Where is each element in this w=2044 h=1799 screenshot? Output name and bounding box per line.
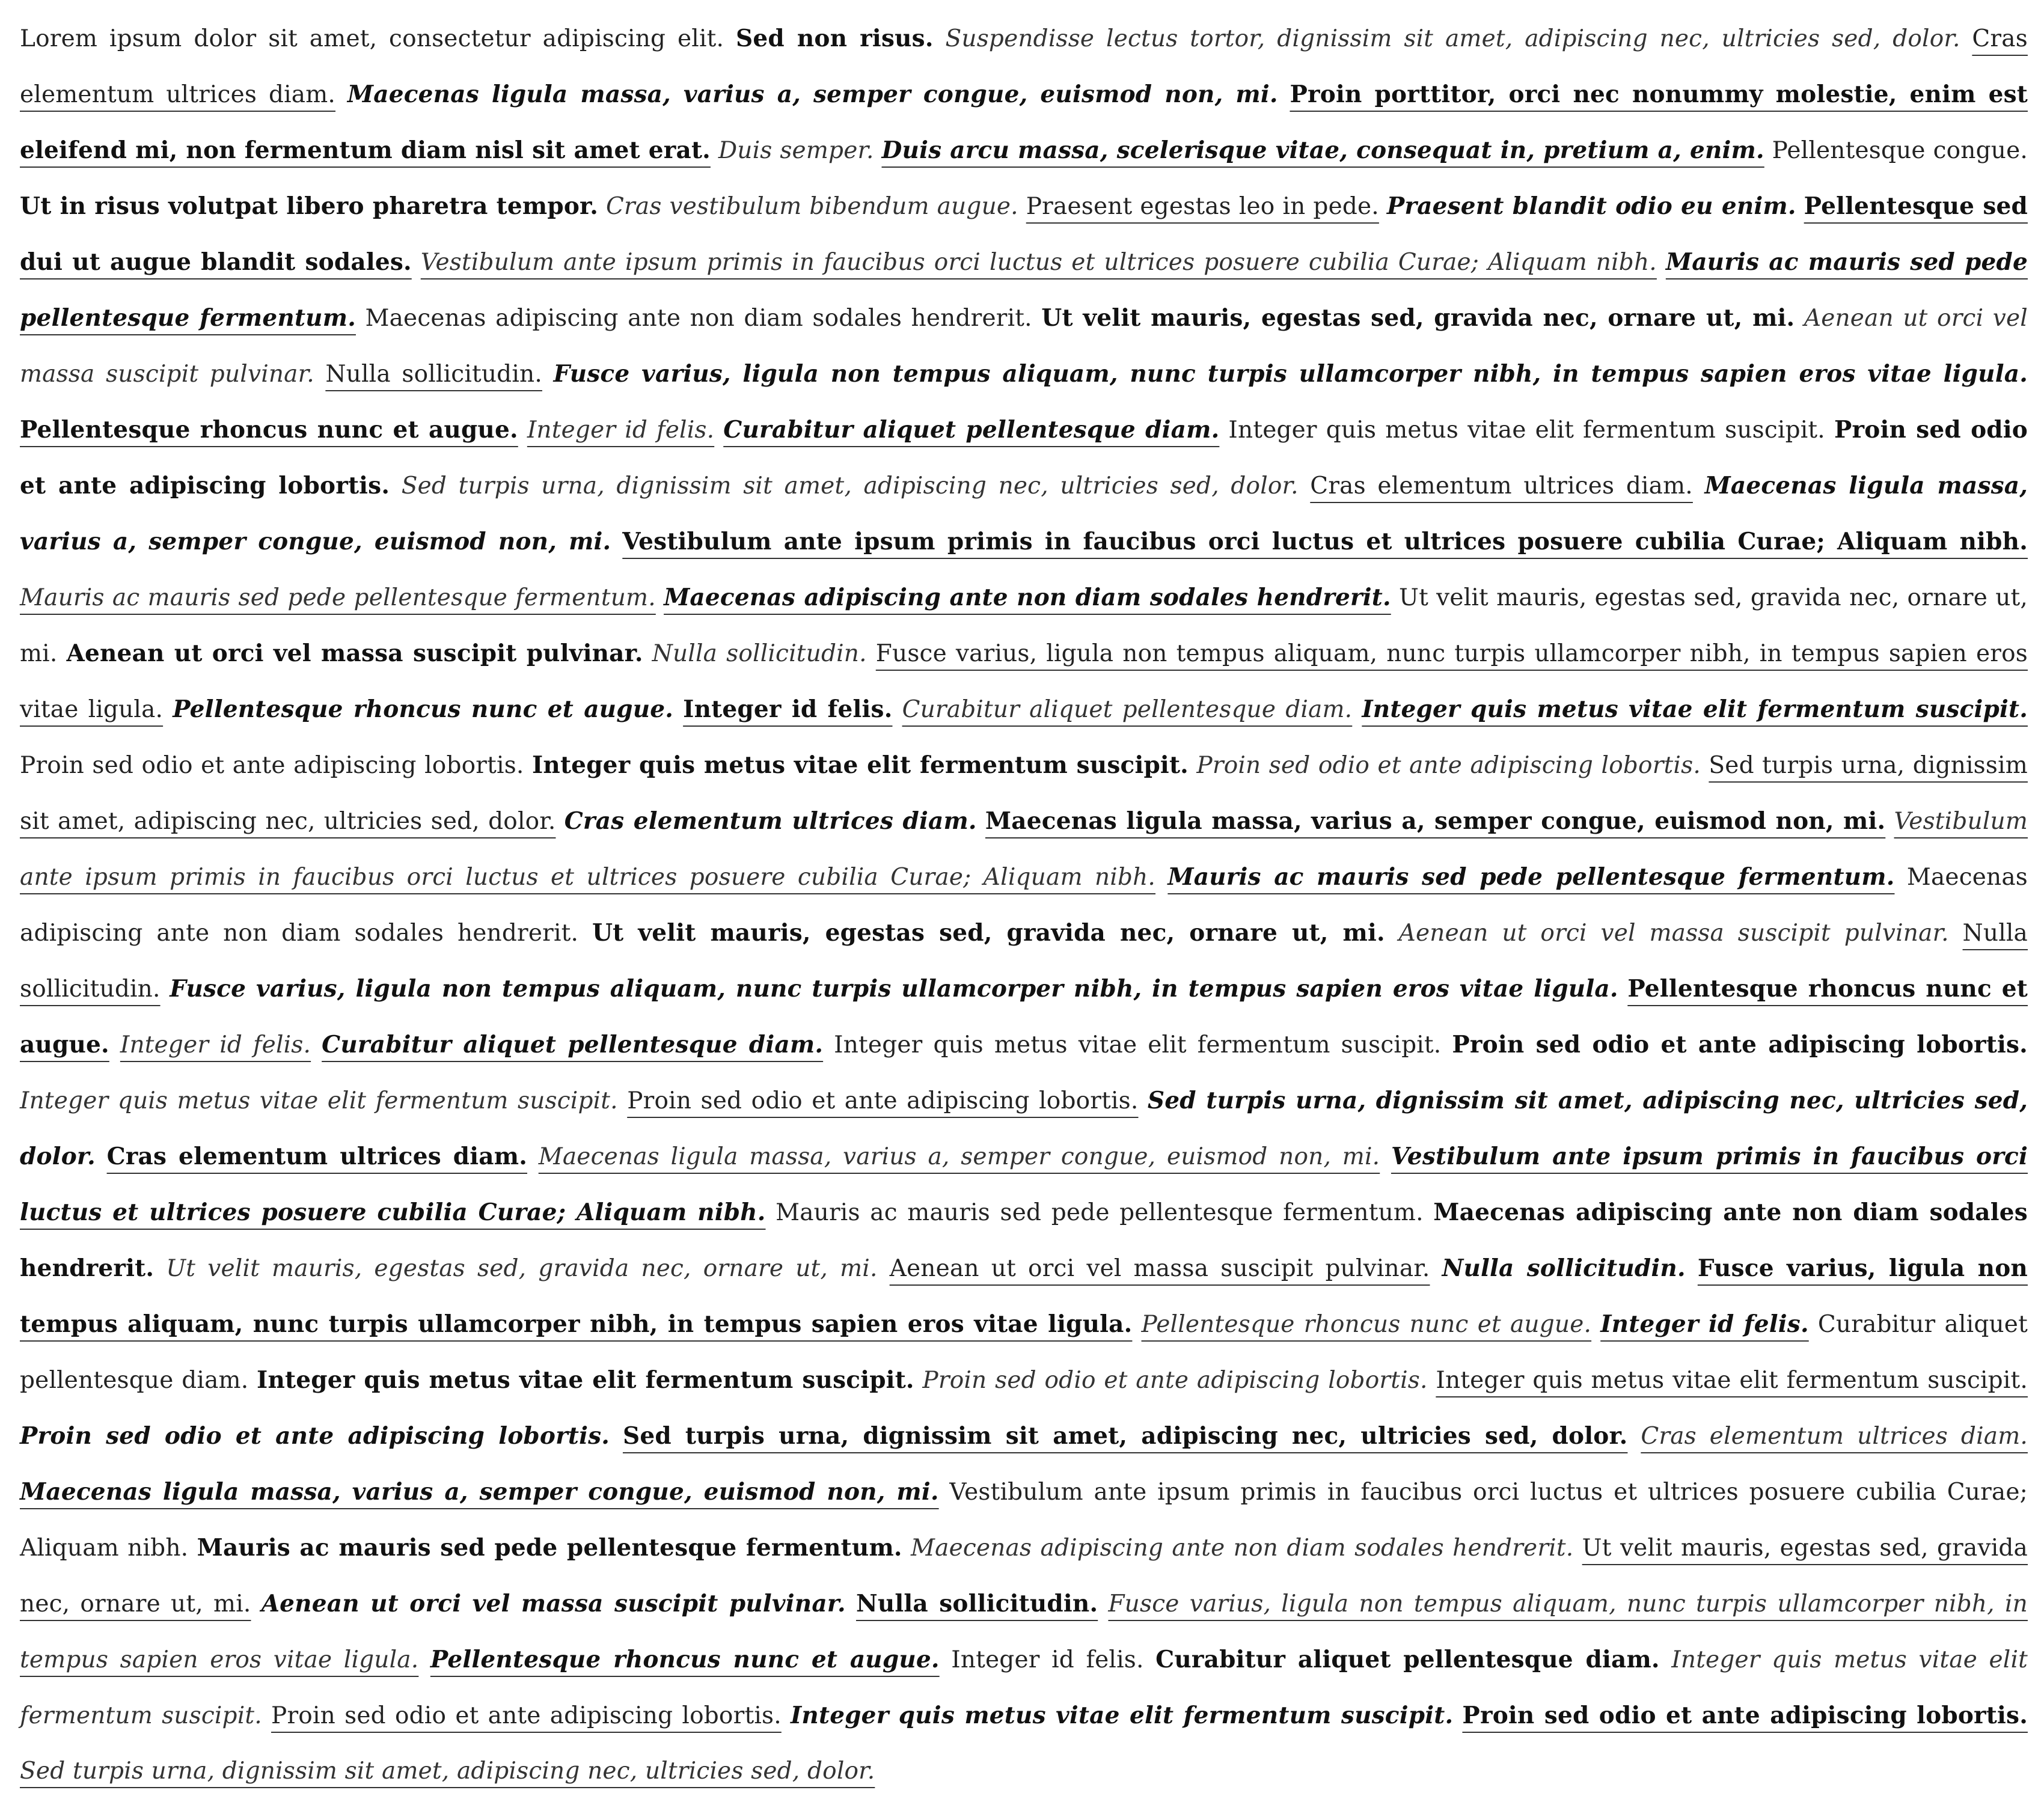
sentence: Mauris ac mauris sed pede pellentesque f… [776, 1199, 1424, 1226]
sentence: Fusce varius, ligula non tempus aliquam,… [553, 360, 2028, 388]
sentence: Integer id felis. [951, 1646, 1144, 1673]
sentence: Cras vestibulum bibendum augue. [605, 193, 1018, 220]
sentence: Fusce varius, ligula non tempus aliquam,… [170, 975, 1618, 1003]
sentence: Integer id felis. [527, 417, 715, 444]
sentence: Pellentesque rhoncus nunc et augue. [20, 416, 518, 444]
sentence: Pellentesque rhoncus nunc et augue. [430, 1646, 940, 1673]
sentence: Nulla sollicitudin. [1442, 1254, 1686, 1282]
sentence: Proin sed odio et ante adipiscing lobort… [1196, 752, 1701, 779]
sentence: Sed turpis urna, dignissim sit amet, adi… [401, 472, 1299, 499]
sentence: Integer quis metus vitae elit fermentum … [20, 1087, 618, 1114]
sentence: Maecenas ligula massa, varius a, semper … [347, 81, 1278, 108]
sentence: Vestibulum ante ipsum primis in faucibus… [622, 528, 2028, 555]
sentence: Mauris ac mauris sed pede pellentesque f… [197, 1534, 902, 1562]
sentence: Maecenas adipiscing ante non diam sodale… [911, 1535, 1574, 1562]
sentence: Integer quis metus vitae elit fermentum … [531, 751, 1189, 779]
sentence: Praesent blandit odio eu enim. [1386, 192, 1796, 220]
sentence: Curabitur aliquet pellentesque diam. [1155, 1646, 1660, 1673]
sentence: Proin sed odio et ante adipiscing lobort… [922, 1367, 1428, 1394]
sentence: Proin sed odio et ante adipiscing lobort… [20, 752, 524, 779]
sentence: Nulla sollicitudin. [855, 1590, 1098, 1617]
sentence: Proin sed odio et ante adipiscing lobort… [20, 1422, 610, 1450]
sentence: Vestibulum ante ipsum primis in faucibus… [420, 249, 1657, 276]
sentence: Suspendisse lectus tortor, dignissim sit… [945, 25, 1960, 52]
sentence: Curabitur aliquet pellentesque diam. [322, 1031, 824, 1058]
sentence: Integer id felis. [120, 1031, 311, 1058]
sentence: Integer id felis. [683, 695, 893, 723]
sentence: Sed turpis urna, dignissim sit amet, adi… [622, 1422, 1628, 1450]
sentence: Nulla sollicitudin. [325, 361, 542, 388]
sentence: Pellentesque rhoncus nunc et augue. [1141, 1311, 1592, 1338]
sentence: Pellentesque rhoncus nunc et augue. [173, 695, 674, 723]
sentence: Integer quis metus vitae elit fermentum … [834, 1031, 1442, 1058]
sentence: Ut velit mauris, egestas sed, gravida ne… [166, 1255, 878, 1282]
document-body: Lorem ipsum dolor sit amet, consectetur … [20, 11, 2028, 1799]
sentence: Duis semper. [718, 137, 874, 164]
sentence: Pellentesque congue. [1772, 137, 2028, 164]
sentence: Integer quis metus vitae elit fermentum … [1436, 1367, 2028, 1394]
sentence: Sed non risus. [735, 25, 934, 52]
sentence: Curabitur aliquet pellentesque diam. [902, 696, 1353, 723]
sentence: Aenean ut orci vel massa suscipit pulvin… [889, 1255, 1430, 1282]
sentence: Integer id felis. [1600, 1310, 1809, 1338]
sentence: Aenean ut orci vel massa suscipit pulvin… [1398, 920, 1949, 947]
sentence: Maecenas ligula massa, varius a, semper … [20, 1478, 939, 1506]
sentence: Mauris ac mauris sed pede pellentesque f… [1167, 863, 1895, 891]
sentence: Aenean ut orci vel massa suscipit pulvin… [261, 1590, 846, 1617]
sentence: Aenean ut orci vel massa suscipit pulvin… [66, 640, 643, 667]
sentence: Lorem ipsum dolor sit amet, consectetur … [20, 25, 724, 52]
sentence: Ut in risus volutpat libero pharetra tem… [20, 192, 599, 220]
sentence: Maecenas adipiscing ante non diam sodale… [664, 584, 1391, 611]
sentence: Proin sed odio et ante adipiscing lobort… [1462, 1702, 2028, 1729]
sentence: Proin sed odio et ante adipiscing lobort… [627, 1087, 1139, 1114]
sentence: Maecenas adipiscing ante non diam sodale… [365, 305, 1032, 332]
sentence: Cras elementum ultrices diam. [106, 1143, 527, 1170]
sentence: Curabitur aliquet pellentesque diam. [723, 416, 1220, 444]
sentence: Cras elementum ultrices diam. [1641, 1423, 2028, 1450]
sentence: Integer quis metus vitae elit fermentum … [790, 1702, 1454, 1729]
sentence: Proin sed odio et ante adipiscing lobort… [271, 1702, 782, 1729]
sentence: Duis arcu massa, scelerisque vitae, cons… [881, 136, 1764, 164]
sentence: Sed turpis urna, dignissim sit amet, adi… [20, 1758, 875, 1785]
sentence: Praesent egestas leo in pede. [1026, 193, 1379, 220]
sentence: Nulla sollicitudin. [652, 640, 867, 667]
sentence: Mauris ac mauris sed pede pellentesque f… [20, 584, 656, 611]
sentence: Integer quis metus vitae elit fermentum … [257, 1366, 914, 1394]
sentence: Integer quis metus vitae elit fermentum … [1362, 695, 2028, 723]
sentence: Cras elementum ultrices diam. [564, 807, 977, 835]
sentence: Integer quis metus vitae elit fermentum … [1228, 417, 1825, 444]
sentence: Proin sed odio et ante adipiscing lobort… [1452, 1031, 2028, 1058]
sentence: Maecenas ligula massa, varius a, semper … [985, 807, 1886, 835]
sentence: Ut velit mauris, egestas sed, gravida ne… [592, 919, 1385, 947]
sentence: Cras elementum ultrices diam. [1310, 472, 1693, 499]
sentence: Maecenas ligula massa, varius a, semper … [538, 1143, 1380, 1170]
sentence: Ut velit mauris, egestas sed, gravida ne… [1041, 304, 1795, 332]
